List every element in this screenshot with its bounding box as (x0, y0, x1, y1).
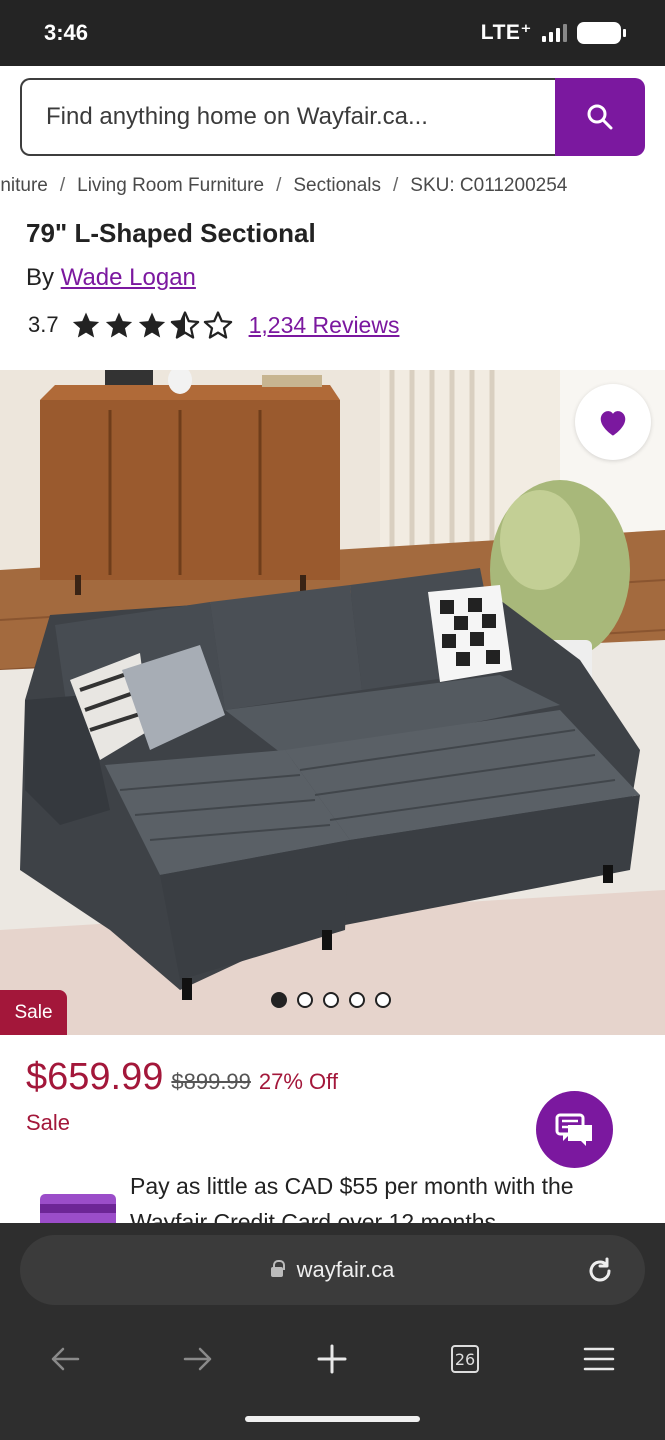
breadcrumb-separator: / (276, 175, 282, 196)
star-full-icon (72, 312, 99, 338)
arrow-right-icon (183, 1347, 212, 1371)
network-type: LTE⁺ (480, 21, 532, 44)
carousel-dots (271, 992, 391, 1008)
brand-line: By Wade Logan (26, 264, 196, 292)
status-bar: 3:46 LTE⁺ (0, 0, 665, 66)
search-input[interactable]: Find anything home on Wayfair.ca... (20, 78, 555, 156)
lock-icon (270, 1260, 285, 1277)
reviews-link[interactable]: 1,234 Reviews (249, 312, 400, 339)
sale-badge: Sale (0, 990, 67, 1035)
search-icon (587, 104, 613, 130)
price-row: $659.99 $899.99 27% Off (26, 1056, 338, 1099)
tab-count: 26 (451, 1345, 479, 1373)
sale-label: Sale (26, 1110, 71, 1135)
carousel-dot[interactable] (349, 992, 365, 1008)
favorite-button[interactable] (575, 384, 651, 460)
original-price: $899.99 (171, 1069, 251, 1094)
current-price: $659.99 (26, 1056, 164, 1098)
product-image-carousel[interactable]: Sale (0, 370, 665, 1035)
browser-nav: 26 (0, 1337, 665, 1381)
carousel-dot[interactable] (375, 992, 391, 1008)
search-bar: Find anything home on Wayfair.ca... (20, 78, 645, 156)
browser-toolbar: wayfair.ca 26 (0, 1223, 665, 1440)
heart-icon (600, 411, 626, 436)
carousel-dot[interactable] (323, 992, 339, 1008)
menu-button[interactable] (577, 1337, 621, 1381)
star-empty-icon (203, 311, 232, 339)
plus-icon (317, 1344, 347, 1374)
new-tab-button[interactable] (310, 1337, 354, 1381)
back-button[interactable] (43, 1337, 87, 1381)
signal-icon (542, 23, 567, 42)
tabs-button[interactable]: 26 (443, 1337, 487, 1381)
star-full-icon (105, 312, 132, 338)
url-text: wayfair.ca (296, 1257, 395, 1282)
credit-card-icon (40, 1194, 116, 1223)
breadcrumb-separator: / (393, 175, 399, 196)
reload-icon[interactable] (585, 1256, 615, 1286)
forward-button[interactable] (176, 1337, 220, 1381)
arrow-left-icon (51, 1347, 80, 1371)
breadcrumb-item-sku: SKU: C011200254 (410, 175, 568, 196)
rating-value: 3.7 (28, 312, 59, 337)
search-button[interactable] (555, 78, 645, 156)
breadcrumb: rniture / Living Room Furniture / Sectio… (0, 175, 665, 201)
breadcrumb-item-sectionals[interactable]: Sectionals (293, 175, 381, 197)
product-image (0, 370, 665, 1035)
search-placeholder: Find anything home on Wayfair.ca... (46, 103, 428, 130)
brand-link[interactable]: Wade Logan (61, 264, 196, 291)
by-label: By (26, 264, 55, 291)
breadcrumb-item-living-room-furniture[interactable]: Living Room Furniture (77, 175, 264, 197)
carousel-dot[interactable] (297, 992, 313, 1008)
chat-icon (555, 1113, 592, 1146)
financing-text: Pay as little as CAD $55 per month with … (130, 1173, 574, 1223)
carousel-dot[interactable] (271, 992, 287, 1008)
address-bar[interactable]: wayfair.ca (20, 1235, 645, 1305)
breadcrumb-item-furniture[interactable]: rniture (0, 175, 48, 197)
rating-row: 3.7 1,234 Reviews (28, 310, 399, 340)
home-indicator[interactable] (245, 1416, 420, 1422)
battery-icon (577, 21, 626, 44)
breadcrumb-separator: / (59, 175, 66, 196)
menu-icon (583, 1347, 615, 1371)
star-half-icon (170, 311, 199, 339)
status-indicators: LTE⁺ (480, 20, 626, 45)
star-full-icon (138, 312, 165, 338)
star-rating (71, 310, 233, 340)
financing-offer[interactable]: Pay as little as CAD $55 per month with … (0, 1160, 665, 1223)
product-title: 79" L-Shaped Sectional (26, 218, 316, 248)
discount-label: 27% Off (258, 1069, 338, 1094)
status-time: 3:46 (44, 20, 89, 45)
chat-button[interactable] (536, 1091, 613, 1168)
